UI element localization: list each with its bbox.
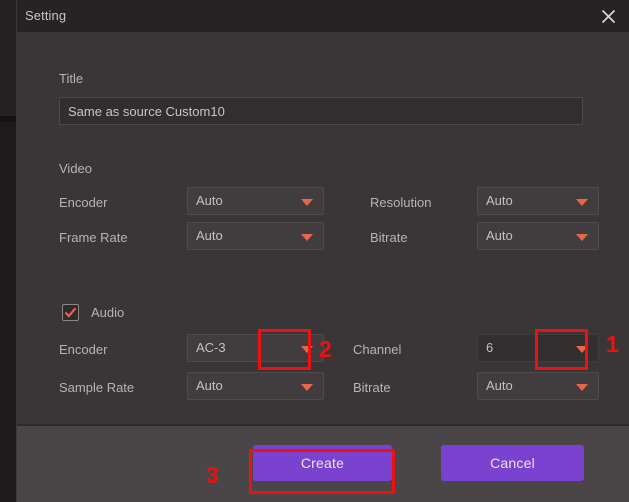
screen-root: Setting Title Video Encoder Auto Resolut… — [0, 0, 629, 502]
chevron-down-icon — [576, 384, 588, 391]
audio-channel-select[interactable]: 6 — [477, 334, 599, 362]
video-section-label: Video — [59, 161, 93, 176]
audio-samplerate-value: Auto — [196, 378, 223, 393]
audio-section-label: Audio — [91, 305, 125, 320]
title-field-label: Title — [59, 71, 84, 86]
chevron-down-icon — [576, 234, 588, 241]
chevron-down-icon — [301, 346, 313, 353]
audio-encoder-select[interactable]: AC-3 — [187, 334, 324, 362]
chevron-down-icon — [301, 234, 313, 241]
dialog-title: Setting — [25, 8, 67, 23]
video-framerate-label: Frame Rate — [59, 230, 128, 245]
background-lower-panel — [0, 122, 16, 502]
video-encoder-label: Encoder — [59, 195, 108, 210]
audio-bitrate-label: Bitrate — [353, 380, 391, 395]
chevron-down-icon — [576, 199, 588, 206]
audio-bitrate-value: Auto — [486, 378, 513, 393]
video-encoder-value: Auto — [196, 193, 223, 208]
close-icon[interactable] — [595, 4, 621, 28]
audio-encoder-label: Encoder — [59, 342, 108, 357]
video-encoder-select[interactable]: Auto — [187, 187, 324, 215]
video-framerate-value: Auto — [196, 228, 223, 243]
audio-channel-value: 6 — [486, 340, 494, 355]
dialog-titlebar[interactable]: Setting — [17, 0, 629, 32]
chevron-down-icon — [576, 346, 588, 353]
audio-channel-label: Channel — [353, 342, 402, 357]
title-input[interactable] — [59, 97, 583, 125]
video-bitrate-label: Bitrate — [370, 230, 408, 245]
audio-bitrate-select[interactable]: Auto — [477, 372, 599, 400]
audio-encoder-value: AC-3 — [196, 340, 226, 355]
cancel-button[interactable]: Cancel — [441, 445, 584, 481]
video-bitrate-value: Auto — [486, 228, 513, 243]
audio-samplerate-select[interactable]: Auto — [187, 372, 324, 400]
audio-enable-checkbox[interactable] — [62, 304, 79, 321]
video-resolution-value: Auto — [486, 193, 513, 208]
chevron-down-icon — [301, 384, 313, 391]
chevron-down-icon — [301, 199, 313, 206]
dialog-body: Title Video Encoder Auto Resolution Auto… — [17, 32, 629, 425]
audio-samplerate-label: Sample Rate — [59, 380, 135, 395]
video-resolution-select[interactable]: Auto — [477, 187, 599, 215]
create-button[interactable]: Create — [253, 445, 392, 481]
check-icon — [64, 307, 77, 318]
video-framerate-select[interactable]: Auto — [187, 222, 324, 250]
video-resolution-label: Resolution — [370, 195, 432, 210]
setting-dialog: Setting Title Video Encoder Auto Resolut… — [17, 0, 629, 502]
video-bitrate-select[interactable]: Auto — [477, 222, 599, 250]
dialog-footer: Create Cancel — [17, 426, 629, 502]
